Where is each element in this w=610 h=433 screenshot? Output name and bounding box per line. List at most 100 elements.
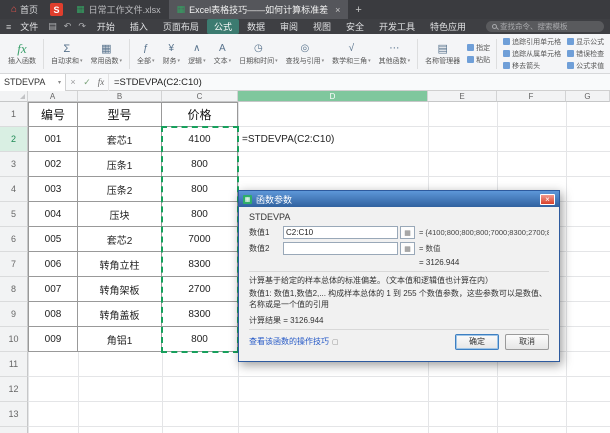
autosum-button[interactable]: Σ 自动求和 ▾: [47, 40, 87, 68]
undo-icon[interactable]: ↶: [61, 21, 75, 32]
row-header[interactable]: 13: [0, 402, 28, 427]
document-tab-2[interactable]: ▦ Excel表格技巧——如何计算标准差 ×: [168, 0, 349, 19]
search-input[interactable]: [500, 22, 595, 31]
fn-category-lookup-button[interactable]: ◎ 查找与引用 ▾: [282, 40, 329, 68]
row-header[interactable]: 3: [0, 152, 28, 177]
hamburger-icon[interactable]: ≡: [6, 22, 11, 32]
fn-category-text-button[interactable]: A 文本 ▾: [210, 40, 236, 68]
cell[interactable]: 2700: [162, 277, 238, 302]
tab-dev-tools[interactable]: 开发工具: [372, 19, 422, 34]
close-icon[interactable]: ×: [540, 193, 555, 205]
row-header[interactable]: 10: [0, 327, 28, 352]
row-header[interactable]: 7: [0, 252, 28, 277]
name-box[interactable]: STDEVPA ▾: [0, 73, 66, 91]
cell[interactable]: 型号: [78, 102, 162, 127]
row-header[interactable]: 9: [0, 302, 28, 327]
tab-special-features[interactable]: 特色应用: [423, 19, 473, 34]
cell[interactable]: 转角架板: [78, 277, 162, 302]
cell[interactable]: 800: [162, 202, 238, 227]
cell[interactable]: 004: [28, 202, 78, 227]
redo-icon[interactable]: ↷: [75, 21, 89, 32]
cell[interactable]: 价格: [162, 102, 238, 127]
evaluate-formula-button[interactable]: 公式求值: [567, 61, 604, 71]
cell[interactable]: 4100: [162, 127, 238, 152]
cell[interactable]: 压块: [78, 202, 162, 227]
document-tab-1[interactable]: ▦ 日常工作文件.xlsx: [68, 0, 169, 19]
cell[interactable]: 8300: [162, 302, 238, 327]
tab-insert[interactable]: 插入: [123, 19, 155, 34]
cell[interactable]: 800: [162, 327, 238, 352]
row-header[interactable]: 14: [0, 427, 28, 433]
tab-security[interactable]: 安全: [339, 19, 371, 34]
fn-category-math-button[interactable]: √ 数学和三角 ▾: [328, 40, 375, 68]
select-all-corner[interactable]: [0, 91, 28, 102]
home-button[interactable]: ⌂ 首页: [4, 0, 45, 19]
insert-function-icon[interactable]: fx: [94, 77, 108, 87]
cell[interactable]: 套芯2: [78, 227, 162, 252]
tab-formulas[interactable]: 公式: [206, 19, 239, 34]
trace-dependents-button[interactable]: 追踪从属单元格: [503, 49, 561, 59]
new-tab-button[interactable]: +: [348, 4, 368, 16]
dialog-titlebar[interactable]: ▦ 函数参数 ×: [239, 191, 559, 207]
cell[interactable]: 007: [28, 277, 78, 302]
cell[interactable]: 009: [28, 327, 78, 352]
insert-function-button[interactable]: fx 插入函数: [4, 39, 40, 68]
col-header-b[interactable]: B: [78, 91, 162, 102]
cell[interactable]: 800: [162, 152, 238, 177]
trace-precedents-button[interactable]: 追踪引用单元格: [503, 37, 561, 47]
fn-category-datetime-button[interactable]: ◷ 日期和时间 ▾: [235, 40, 282, 68]
save-icon[interactable]: ▤: [45, 21, 60, 32]
ok-button[interactable]: 确定: [455, 333, 499, 350]
tab-close-icon[interactable]: ×: [335, 5, 340, 15]
col-header-f[interactable]: F: [497, 91, 566, 102]
value1-input[interactable]: [283, 226, 398, 239]
row-header[interactable]: 6: [0, 227, 28, 252]
col-header-a[interactable]: A: [28, 91, 78, 102]
cell[interactable]: 转角立柱: [78, 252, 162, 277]
cell[interactable]: 800: [162, 177, 238, 202]
tab-view[interactable]: 视图: [306, 19, 338, 34]
define-name-button[interactable]: 指定: [467, 43, 490, 53]
row-header[interactable]: 1: [0, 102, 28, 127]
paste-name-button[interactable]: 粘贴: [467, 55, 490, 65]
fn-category-logic-button[interactable]: ∧ 逻辑 ▾: [184, 40, 210, 68]
cell[interactable]: 002: [28, 152, 78, 177]
cell[interactable]: 003: [28, 177, 78, 202]
cell[interactable]: 001: [28, 127, 78, 152]
tab-review[interactable]: 审阅: [273, 19, 305, 34]
cell[interactable]: 编号: [28, 102, 78, 127]
col-header-e[interactable]: E: [428, 91, 497, 102]
file-menu[interactable]: 文件: [14, 20, 44, 33]
docer-logo-icon[interactable]: S: [50, 3, 64, 16]
function-tips-link[interactable]: 查看该函数的操作技巧: [249, 336, 329, 347]
common-functions-button[interactable]: ▦ 常用函数 ▾: [87, 40, 127, 68]
col-header-d-selected[interactable]: D: [238, 91, 428, 102]
cancel-entry-icon[interactable]: ×: [66, 77, 80, 87]
cell[interactable]: 角铝1: [78, 327, 162, 352]
search-box[interactable]: [486, 21, 604, 32]
col-header-g[interactable]: G: [566, 91, 610, 102]
active-cell-formula[interactable]: =STDEVPA(C2:C10): [238, 127, 428, 152]
fn-category-more-button[interactable]: ⋯ 其他函数 ▾: [375, 40, 415, 68]
cell[interactable]: 7000: [162, 227, 238, 252]
range-picker-icon[interactable]: ▦: [400, 226, 415, 239]
tab-start[interactable]: 开始: [90, 19, 122, 34]
tab-data[interactable]: 数据: [240, 19, 272, 34]
row-header[interactable]: 2: [0, 127, 28, 152]
cancel-button[interactable]: 取消: [505, 333, 549, 350]
cell[interactable]: 008: [28, 302, 78, 327]
formula-input[interactable]: =STDEVPA(C2:C10): [108, 73, 610, 91]
cell[interactable]: 005: [28, 227, 78, 252]
accept-entry-icon[interactable]: ✓: [80, 77, 94, 88]
chevron-down-icon[interactable]: ▾: [58, 79, 61, 86]
row-header[interactable]: 11: [0, 352, 28, 377]
fn-category-finance-button[interactable]: ¥ 财务 ▾: [159, 40, 185, 68]
fn-category-all-button[interactable]: ƒ 全部 ▾: [133, 40, 159, 68]
cell[interactable]: 转角盖板: [78, 302, 162, 327]
row-header[interactable]: 5: [0, 202, 28, 227]
row-header[interactable]: 4: [0, 177, 28, 202]
name-manager-button[interactable]: ▤ 名称管理器: [421, 40, 464, 68]
range-picker-icon[interactable]: ▦: [400, 242, 415, 255]
row-header[interactable]: 12: [0, 377, 28, 402]
remove-arrows-button[interactable]: 移去箭头: [503, 61, 561, 71]
